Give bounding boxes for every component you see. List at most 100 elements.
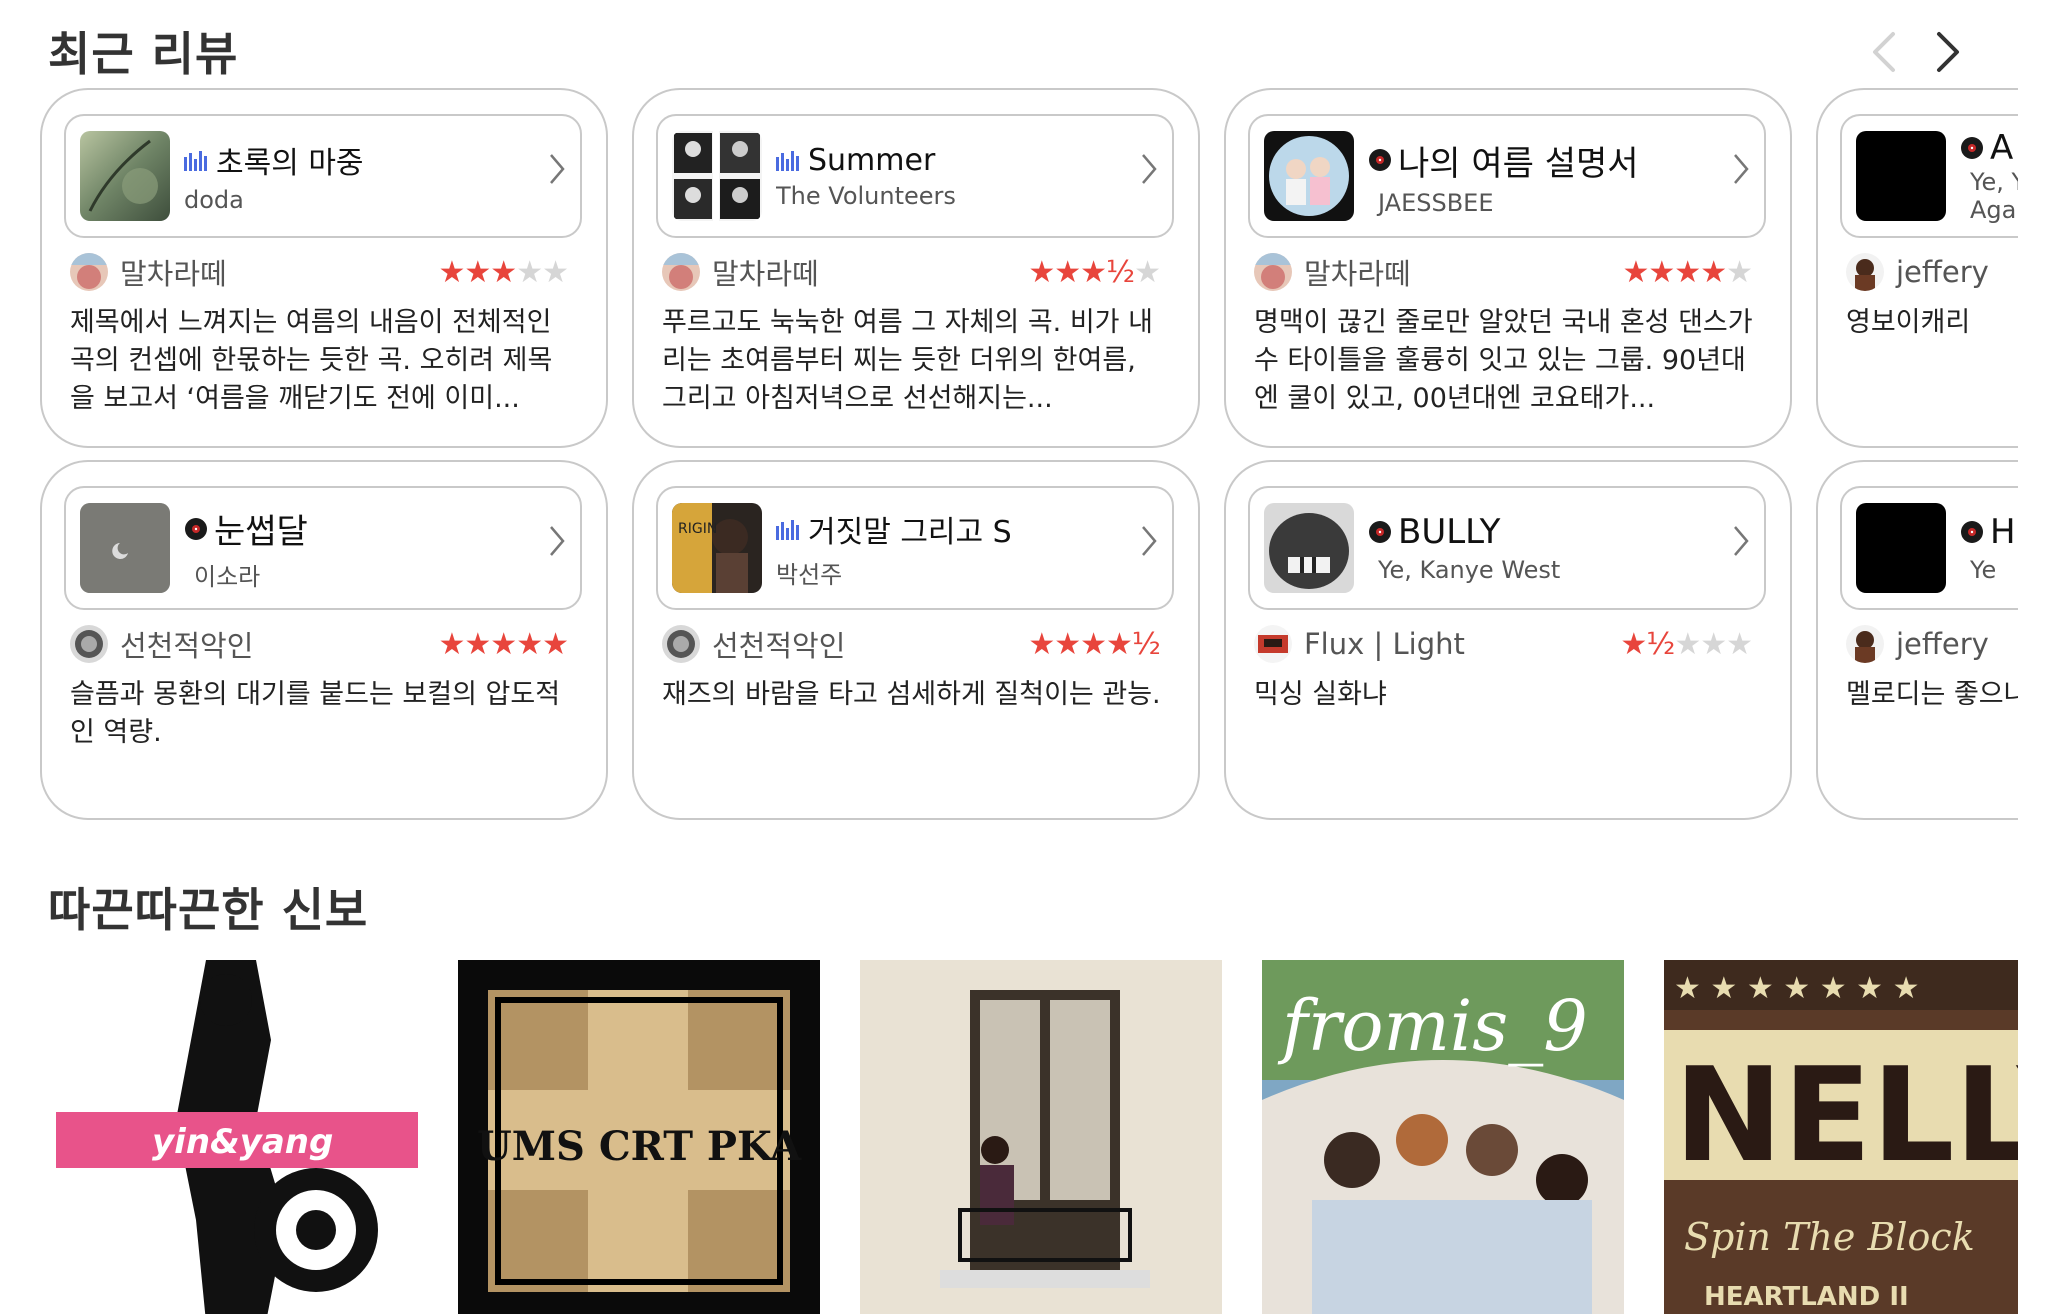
album-artist: doda (184, 186, 244, 214)
star-rating: ★★★★★ (438, 626, 569, 662)
album-link[interactable]: A Ye, Y Agai (1840, 114, 2018, 238)
review-card[interactable]: RIGIN 거짓말 그리고 S 박선주 선천적악인 ★★★★½ 재즈의 바람을 … (632, 460, 1200, 820)
recent-reviews-title: 최근 리뷰 (48, 27, 239, 81)
album-artist: Ye, Y (1970, 168, 2018, 196)
review-card[interactable]: 눈썹달 이소라 선천적악인 ★★★★★ 슬픔과 몽환의 대기를 붙드는 보컬의 … (40, 460, 608, 820)
album-cover (672, 131, 762, 221)
vinyl-record-icon (1368, 148, 1392, 172)
reviewer-name[interactable]: jeffery (1896, 627, 1989, 661)
review-text: 슬픔과 몽환의 대기를 붙드는 보컬의 압도적인 역량. (70, 679, 561, 748)
new-releases-row: yin&yang UMS CRT PKA fromis_9 ★ ★ ★ ★ ★ … (56, 960, 2018, 1314)
album-link[interactable]: Summer The Volunteers (656, 114, 1174, 238)
album-title: A (1990, 128, 2014, 168)
album-cover (1856, 131, 1946, 221)
star-rating: ★★★★★ (1622, 254, 1753, 290)
new-release-cover[interactable]: UMS CRT PKA (458, 960, 820, 1314)
vinyl-record-icon (1960, 136, 1984, 160)
album-artist-line2: Agai (1970, 196, 2018, 224)
album-link[interactable]: H Ye (1840, 486, 2018, 610)
album-title: 초록의 마중 (216, 146, 364, 181)
review-text: 멜로디는 좋으나 (1846, 679, 2018, 710)
review-card[interactable]: 초록의 마중 doda 말차라떼 ★★★★★ 제목에서 느껴지는 여름의 내음이… (40, 88, 608, 448)
review-text: 푸르고도 눅눅한 여름 그 자체의 곡. 비가 내리는 초여름부터 찌는 듯한 … (662, 307, 1153, 414)
album-artist: 이소라 (194, 563, 261, 591)
vinyl-record-icon (1960, 520, 1984, 544)
reviewer-name[interactable]: 말차라떼 (120, 251, 227, 293)
cover-label: fromis_9 (1277, 985, 1588, 1067)
album-artist: JAESSBEE (1378, 188, 1494, 217)
album-link[interactable]: 초록의 마중 doda (64, 114, 582, 238)
album-cover (1856, 503, 1946, 593)
album-cover: RIGIN (672, 503, 762, 593)
melon-chart-icon (776, 149, 802, 171)
album-title: Summer (808, 142, 936, 178)
reviewer-name[interactable]: Flux | Light (1304, 627, 1465, 661)
svg-text:★ ★ ★ ★ ★ ★ ★: ★ ★ ★ ★ ★ ★ ★ (1674, 971, 1919, 1006)
album-title: 거짓말 그리고 S (808, 514, 1012, 550)
new-release-cover[interactable]: fromis_9 (1262, 960, 1624, 1314)
avatar (662, 625, 700, 663)
album-cover (1264, 131, 1354, 221)
new-release-cover[interactable]: yin&yang (56, 960, 418, 1314)
star-rating: ★★★½★ (1028, 254, 1161, 290)
avatar (70, 625, 108, 663)
album-artist: Ye, Kanye West (1378, 556, 1561, 584)
melon-chart-icon (184, 149, 210, 171)
chevron-right-icon (1140, 152, 1158, 190)
review-text: 재즈의 바람을 타고 섬세하게 질척이는 관능. (662, 679, 1161, 710)
review-card[interactable]: 나의 여름 설명서 JAESSBEE 말차라떼 ★★★★★ 명맥이 끊긴 줄로만… (1224, 88, 1792, 448)
album-title: H (1990, 512, 2016, 552)
star-rating: ★★★★★ (438, 254, 569, 290)
cover-subtitle: Spin The Block (1684, 1215, 1975, 1259)
cover-label: UMS CRT PKA (477, 1123, 802, 1170)
melon-chart-icon (776, 518, 802, 540)
album-title: 나의 여름 설명서 (1398, 143, 1639, 184)
reviewer-name[interactable]: 선천적악인 (120, 623, 253, 665)
review-card[interactable]: H Ye jeffery 멜로디는 좋으나 (1816, 460, 2018, 820)
cover-footer: HEARTLAND II (1704, 1282, 1909, 1312)
review-text: 제목에서 느껴지는 여름의 내음이 전체적인 곡의 컨셉에 한몫하는 듯한 곡.… (70, 307, 553, 414)
avatar (662, 253, 700, 291)
review-card[interactable]: Summer The Volunteers 말차라떼 ★★★½★ 푸르고도 눅눅… (632, 88, 1200, 448)
chevron-right-icon (1140, 524, 1158, 562)
new-release-cover[interactable] (860, 960, 1222, 1314)
album-cover (1264, 503, 1354, 593)
avatar (1846, 253, 1884, 291)
avatar (70, 253, 108, 291)
chevron-left-icon[interactable] (1856, 24, 1912, 80)
album-artist: The Volunteers (776, 181, 956, 210)
album-link[interactable]: 나의 여름 설명서 JAESSBEE (1248, 114, 1766, 238)
avatar (1846, 625, 1884, 663)
review-text: 영보이캐리 (1846, 307, 1971, 338)
album-link[interactable]: 눈썹달 이소라 (64, 486, 582, 610)
reviewer-name[interactable]: 말차라떼 (712, 251, 819, 293)
recent-reviews-grid: 초록의 마중 doda 말차라떼 ★★★★★ 제목에서 느껴지는 여름의 내음이… (40, 88, 2018, 820)
avatar (1254, 253, 1292, 291)
new-releases-title: 따끈따끈한 신보 (48, 883, 369, 937)
reviewer-name[interactable]: jeffery (1896, 255, 1989, 289)
cover-label: yin&yang (152, 1122, 333, 1162)
chevron-right-icon (548, 152, 566, 190)
album-link[interactable]: RIGIN 거짓말 그리고 S 박선주 (656, 486, 1174, 610)
cover-label: NELLY (1674, 1039, 2018, 1191)
chevron-right-icon (1732, 524, 1750, 562)
review-card[interactable]: BULLY Ye, Kanye West Flux | Light ★½★★★ … (1224, 460, 1792, 820)
chevron-right-icon (548, 524, 566, 562)
new-release-cover[interactable]: ★ ★ ★ ★ ★ ★ ★ NELLY Spin The Block HEART… (1664, 960, 2018, 1314)
album-cover (80, 503, 170, 593)
album-artist: Ye (1970, 556, 1997, 584)
avatar (1254, 625, 1292, 663)
reviewer-name[interactable]: 말차라떼 (1304, 251, 1411, 293)
album-title: 눈썹달 (214, 512, 308, 552)
reviewer-name[interactable]: 선천적악인 (712, 623, 845, 665)
recent-reviews-carousel: 초록의 마중 doda 말차라떼 ★★★★★ 제목에서 느껴지는 여름의 내음이… (40, 88, 2018, 822)
album-title: BULLY (1398, 512, 1501, 552)
vinyl-record-icon (184, 517, 208, 541)
chevron-right-icon[interactable] (1920, 24, 1976, 80)
review-text: 믹싱 실화냐 (1254, 679, 1387, 710)
album-link[interactable]: BULLY Ye, Kanye West (1248, 486, 1766, 610)
star-rating: ★★★★½ (1028, 626, 1161, 662)
star-rating: ★½★★★ (1620, 626, 1753, 662)
review-card[interactable]: A Ye, Y Agai jeffery 영보이캐리 (1816, 88, 2018, 448)
chevron-right-icon (1732, 152, 1750, 190)
